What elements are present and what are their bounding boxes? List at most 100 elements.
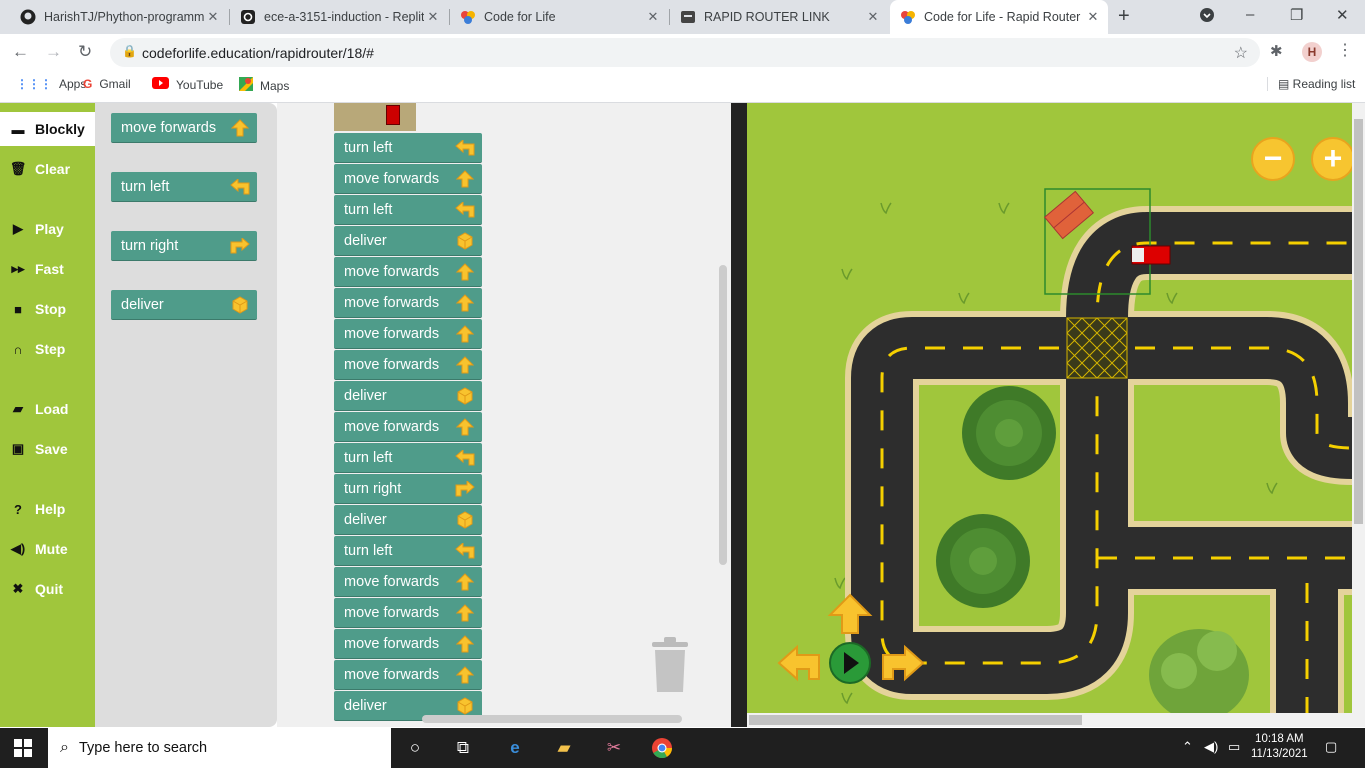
forward-button[interactable]: →: [45, 42, 62, 62]
step-label: Step: [35, 341, 66, 357]
avatar[interactable]: H: [1302, 42, 1322, 62]
box-icon: [454, 696, 476, 716]
program-block[interactable]: deliver: [334, 505, 482, 535]
windows-start-icon[interactable]: [14, 739, 32, 757]
help-button[interactable]: ? Help: [0, 492, 95, 526]
stop-button[interactable]: ■ Stop: [0, 292, 95, 326]
menu-icon[interactable]: ⋮: [1337, 40, 1353, 60]
load-button[interactable]: ▰ Load: [0, 392, 95, 426]
program-block[interactable]: turn right: [334, 474, 482, 504]
arrow-up-icon: [454, 169, 476, 189]
program-block[interactable]: deliver: [334, 381, 482, 411]
scroll-thumb[interactable]: [749, 715, 1082, 725]
save-button[interactable]: ▣ Save: [0, 432, 95, 466]
bookmark-gmail[interactable]: G Gmail: [83, 77, 131, 91]
program-block[interactable]: move forwards: [334, 257, 482, 287]
bookmark-maps[interactable]: Maps: [239, 77, 289, 94]
tab-rapid-router-link[interactable]: RAPID ROUTER LINK ✕: [670, 0, 888, 34]
program-block[interactable]: move forwards: [334, 164, 482, 194]
workspace-horizontal-scrollbar[interactable]: [422, 715, 682, 723]
cortana-icon[interactable]: ○: [404, 737, 426, 759]
taskbar-clock[interactable]: 10:18 AM 11/13/2021: [1251, 732, 1308, 762]
volume-icon[interactable]: ◀): [1204, 739, 1218, 755]
reload-button[interactable]: ↻: [78, 42, 92, 62]
trash-can-icon[interactable]: [650, 636, 690, 694]
notifications-icon[interactable]: ▢: [1325, 739, 1337, 755]
reading-list-button[interactable]: ▤ Reading list: [1267, 77, 1355, 91]
tab-code-for-life[interactable]: Code for Life ✕: [450, 0, 668, 34]
tab-replit[interactable]: ece-a-3151-induction - Replit ✕: [230, 0, 448, 34]
close-icon[interactable]: ✕: [644, 9, 662, 25]
program-block[interactable]: turn left: [334, 443, 482, 473]
program-block[interactable]: move forwards: [334, 629, 482, 659]
program-block[interactable]: move forwards: [334, 567, 482, 597]
blockly-button[interactable]: ▬ Blockly: [0, 112, 95, 146]
van-icon: [1131, 245, 1171, 265]
program-block[interactable]: move forwards: [334, 412, 482, 442]
tab-search-button[interactable]: [1199, 7, 1215, 27]
bookmark-star-icon[interactable]: ☆: [1234, 43, 1248, 63]
program-block[interactable]: move forwards: [334, 660, 482, 690]
clock-date: 11/13/2021: [1251, 748, 1308, 760]
zoom-out-button[interactable]: −: [1251, 137, 1295, 181]
program-block[interactable]: turn left: [334, 195, 482, 225]
snip-tool-icon[interactable]: ✂: [603, 737, 625, 759]
network-icon[interactable]: ▭: [1228, 739, 1240, 755]
blockly-workspace[interactable]: turn left move forwards turn left deliver mo…: [277, 103, 731, 727]
reading-list-label: Reading list: [1292, 77, 1356, 91]
program-block[interactable]: move forwards: [334, 288, 482, 318]
program-block[interactable]: turn left: [334, 536, 482, 566]
taskbar-search-box[interactable]: ⌕ Type here to search: [48, 728, 391, 768]
close-icon[interactable]: ✕: [1084, 9, 1102, 25]
fast-label: Fast: [35, 261, 64, 277]
zoom-in-button[interactable]: +: [1311, 137, 1352, 181]
tab-github[interactable]: HarishTJ/Phython-programm ✕: [10, 0, 228, 34]
start-block[interactable]: [334, 103, 416, 131]
program-block[interactable]: move forwards: [334, 319, 482, 349]
clear-button[interactable]: 🗑 Clear: [0, 152, 95, 186]
gmail-icon: G: [83, 77, 93, 91]
close-icon[interactable]: ✕: [424, 9, 442, 25]
toolbox-block-turn-right[interactable]: turn right: [111, 231, 257, 261]
minimize-button[interactable]: –: [1246, 6, 1254, 23]
bookmark-apps[interactable]: ⋮⋮⋮ Apps: [16, 77, 86, 91]
program-block[interactable]: turn left: [334, 133, 482, 163]
arrow-up-icon: [454, 324, 476, 344]
toolbox-block-move-forwards[interactable]: move forwards: [111, 113, 257, 143]
window-close-button[interactable]: ✕: [1336, 6, 1349, 24]
toolbox-block-deliver[interactable]: deliver: [111, 290, 257, 320]
map-vertical-scrollbar[interactable]: [1352, 103, 1365, 727]
back-button[interactable]: ←: [12, 42, 29, 62]
program-block[interactable]: deliver: [334, 226, 482, 256]
game-map[interactable]: − +: [747, 103, 1352, 713]
bookmark-youtube[interactable]: YouTube: [152, 77, 223, 92]
close-icon[interactable]: ✕: [864, 9, 882, 25]
program-block[interactable]: move forwards: [334, 350, 482, 380]
address-bar[interactable]: 🔒 codeforlife.education/rapidrouter/18/#…: [110, 38, 1260, 67]
url-text: codeforlife.education/rapidrouter/18/#: [142, 45, 374, 61]
panel-divider[interactable]: [731, 103, 747, 727]
quit-button[interactable]: ✖ Quit: [0, 572, 95, 606]
toolbox-block-turn-left[interactable]: turn left: [111, 172, 257, 202]
workspace-vertical-scrollbar[interactable]: [719, 265, 727, 565]
fast-forward-icon: ▸▸: [11, 261, 25, 276]
task-view-icon[interactable]: ⧉: [452, 737, 474, 759]
tray-chevron-icon[interactable]: ⌃: [1182, 739, 1193, 755]
extensions-icon[interactable]: ✱: [1270, 42, 1283, 60]
new-tab-button[interactable]: +: [1118, 5, 1130, 28]
tab-rapid-router[interactable]: Code for Life - Rapid Router ✕: [890, 0, 1108, 34]
tree-icon: [936, 514, 1030, 608]
map-horizontal-scrollbar[interactable]: [747, 713, 1352, 727]
maximize-button[interactable]: ❐: [1290, 6, 1303, 24]
fast-button[interactable]: ▸▸ Fast: [0, 252, 95, 286]
file-explorer-icon[interactable]: ▰: [553, 737, 575, 759]
step-button[interactable]: ∩ Step: [0, 332, 95, 366]
edge-icon[interactable]: e: [504, 737, 526, 759]
scroll-thumb[interactable]: [1354, 119, 1363, 524]
play-button[interactable]: ▶ Play: [0, 212, 95, 246]
chrome-icon[interactable]: [651, 737, 673, 759]
block-label: turn left: [344, 449, 393, 466]
program-block[interactable]: move forwards: [334, 598, 482, 628]
mute-button[interactable]: ◀) Mute: [0, 532, 95, 566]
close-icon[interactable]: ✕: [204, 9, 222, 25]
